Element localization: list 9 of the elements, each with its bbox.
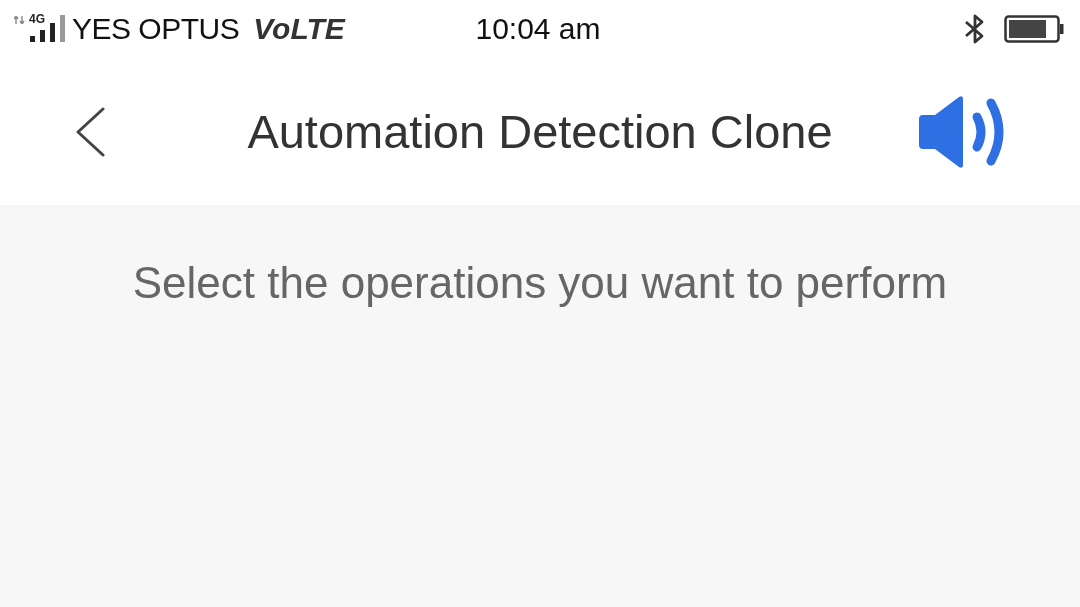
battery-icon — [1004, 15, 1064, 43]
volte-label: VoLTE — [253, 12, 345, 46]
carrier-name: YES OPTUS — [72, 12, 240, 46]
chevron-left-icon — [75, 106, 105, 157]
instruction-text: Select the operations you want to perform — [132, 258, 948, 308]
clock-time: 10:04 am — [475, 12, 601, 46]
page-title: Automation Detection Clone — [247, 104, 833, 159]
data-arrows-icon — [14, 16, 26, 24]
network-type-label: 4G — [29, 13, 45, 25]
